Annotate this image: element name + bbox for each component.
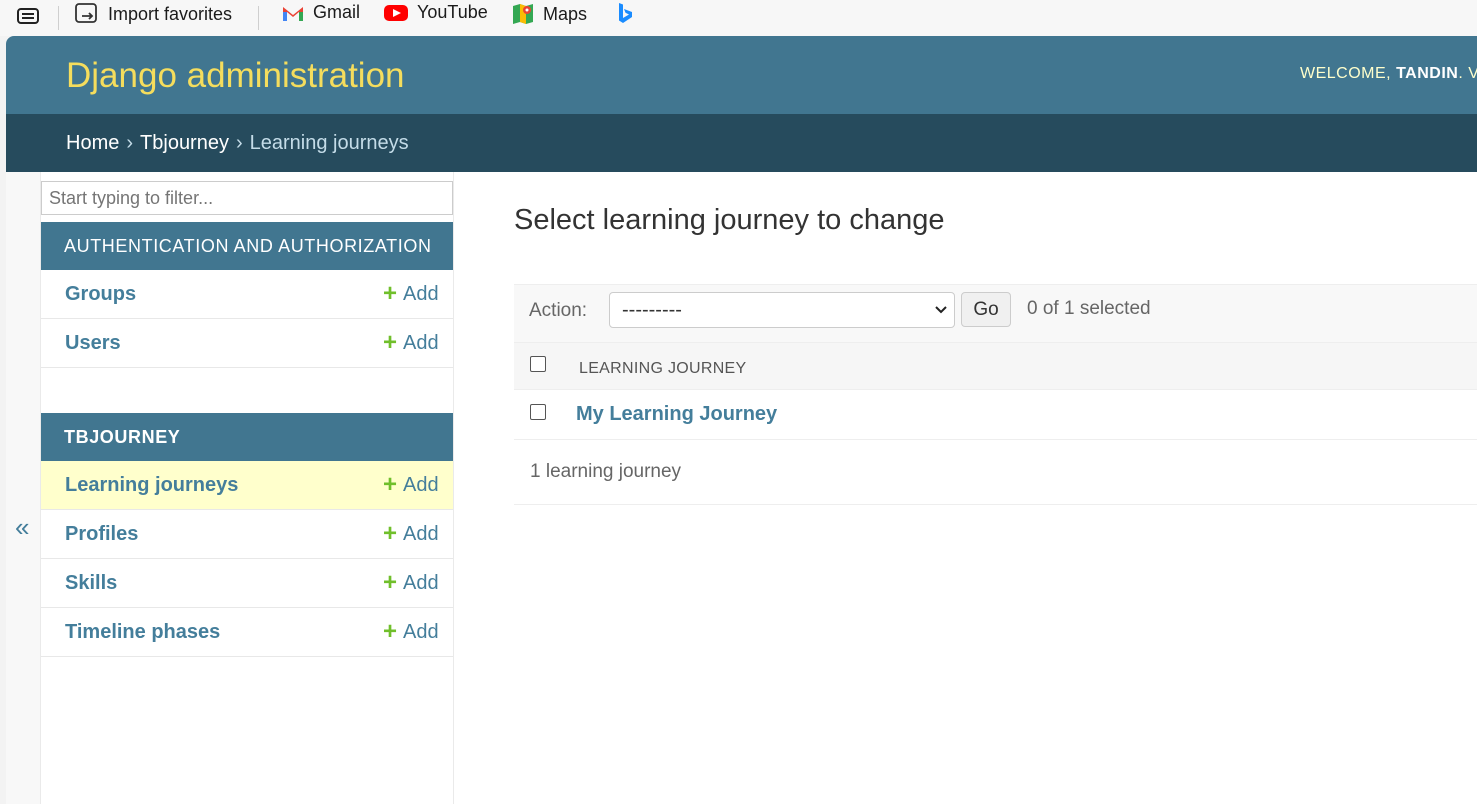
- actions-bar: Action: --------- Go 0 of 1 selected: [514, 284, 1477, 343]
- add-profile-button[interactable]: + Add: [383, 522, 439, 546]
- add-label: Add: [403, 571, 439, 594]
- breadcrumb-app[interactable]: Tbjourney: [140, 132, 229, 155]
- add-plus-icon: +: [383, 569, 398, 596]
- model-link-timeline-phases[interactable]: Timeline phases: [65, 621, 220, 644]
- import-favorites-icon: [75, 3, 97, 23]
- gmail-icon: [283, 6, 303, 21]
- import-favorites-link[interactable]: Import favorites: [74, 2, 232, 26]
- welcome-period: .: [1458, 65, 1464, 82]
- maps-label: Maps: [543, 3, 588, 24]
- model-link-learning-journeys[interactable]: Learning journeys: [65, 474, 238, 497]
- admin-page: Django administration WELCOME, TANDIN. V…: [6, 36, 1477, 804]
- nav-filter-input[interactable]: [41, 181, 453, 215]
- go-button[interactable]: Go: [961, 292, 1011, 327]
- add-learning-journey-button[interactable]: + Add: [383, 473, 439, 497]
- breadcrumb: Home › Tbjourney › Learning journeys: [6, 114, 1477, 172]
- module-caption-tbjourney[interactable]: TBJOURNEY: [41, 413, 453, 461]
- add-users-button[interactable]: + Add: [383, 331, 439, 355]
- breadcrumb-home[interactable]: Home: [66, 132, 119, 155]
- page-title: Select learning journey to change: [514, 204, 945, 236]
- user-tools: WELCOME, TANDIN. VI: [1300, 65, 1477, 83]
- site-brand[interactable]: Django administration: [66, 56, 405, 96]
- view-site-link[interactable]: VI: [1468, 65, 1477, 82]
- add-groups-button[interactable]: + Add: [383, 282, 439, 306]
- result-link-my-learning-journey[interactable]: My Learning Journey: [576, 403, 777, 426]
- sidebar-item-learning-journeys: Learning journeys + Add: [41, 461, 453, 510]
- bing-link[interactable]: [615, 2, 635, 26]
- gmail-link[interactable]: Gmail: [281, 2, 360, 23]
- result-count: 1 learning journey: [530, 461, 682, 482]
- add-plus-icon: +: [383, 618, 398, 645]
- model-link-groups[interactable]: Groups: [65, 283, 136, 306]
- add-label: Add: [403, 331, 439, 354]
- module-caption-auth[interactable]: AUTHENTICATION AND AUTHORIZATION: [41, 222, 453, 270]
- maps-link[interactable]: Maps: [511, 2, 587, 26]
- favorites-separator: [258, 6, 259, 30]
- welcome-text: WELCOME,: [1300, 65, 1392, 82]
- add-label: Add: [403, 473, 439, 496]
- add-timeline-phase-button[interactable]: + Add: [383, 620, 439, 644]
- paginator: 1 learning journey: [514, 441, 1477, 505]
- add-plus-icon: +: [383, 520, 398, 547]
- add-plus-icon: +: [383, 280, 398, 307]
- import-favorites-label: Import favorites: [108, 3, 233, 24]
- add-label: Add: [403, 620, 439, 643]
- gmail-label: Gmail: [313, 2, 361, 22]
- model-link-profiles[interactable]: Profiles: [65, 523, 138, 546]
- selected-count: 0 of 1 selected: [1027, 298, 1151, 319]
- model-link-users[interactable]: Users: [65, 332, 121, 355]
- youtube-label: YouTube: [417, 2, 488, 22]
- add-plus-icon: +: [383, 471, 398, 498]
- bing-icon: [619, 3, 632, 23]
- collapse-sidebar-icon[interactable]: «: [15, 512, 29, 543]
- favorites-bar: Import favorites Gmail YouTube Maps: [0, 0, 1477, 36]
- tab-actions-button[interactable]: [16, 5, 40, 27]
- breadcrumb-separator: ›: [126, 131, 134, 154]
- select-all-checkbox[interactable]: [530, 356, 546, 372]
- sidebar-item-timeline-phases: Timeline phases + Add: [41, 608, 453, 657]
- breadcrumb-separator: ›: [235, 131, 243, 154]
- favorites-separator: [58, 6, 59, 30]
- action-selected-value: ---------: [622, 299, 682, 321]
- sidebar-item-skills: Skills + Add: [41, 559, 453, 608]
- action-select[interactable]: ---------: [609, 292, 955, 328]
- username: TANDIN: [1396, 65, 1459, 82]
- add-plus-icon: +: [383, 329, 398, 356]
- table-row: My Learning Journey: [514, 390, 1477, 440]
- breadcrumb-current: Learning journeys: [249, 131, 409, 154]
- sidebar-item-profiles: Profiles + Add: [41, 510, 453, 559]
- column-header-learning-journey[interactable]: LEARNING JOURNEY: [579, 360, 747, 378]
- sidebar-item-users: Users + Add: [41, 319, 453, 368]
- nav-sidebar: AUTHENTICATION AND AUTHORIZATION Groups …: [41, 172, 454, 804]
- youtube-icon: [384, 4, 408, 21]
- maps-icon: [513, 4, 533, 24]
- row-select-checkbox[interactable]: [530, 404, 546, 420]
- model-link-skills[interactable]: Skills: [65, 572, 117, 595]
- tab-actions-icon: [17, 8, 39, 24]
- chevron-down-icon: [935, 306, 947, 314]
- sidebar-item-groups: Groups + Add: [41, 270, 453, 319]
- nav-sidebar-toggle[interactable]: «: [6, 172, 41, 804]
- results-table-header: LEARNING JOURNEY: [514, 342, 1477, 390]
- add-label: Add: [403, 522, 439, 545]
- youtube-link[interactable]: YouTube: [383, 2, 488, 23]
- admin-header: Django administration WELCOME, TANDIN. V…: [6, 36, 1477, 114]
- action-label: Action:: [529, 300, 588, 321]
- add-skill-button[interactable]: + Add: [383, 571, 439, 595]
- add-label: Add: [403, 282, 439, 305]
